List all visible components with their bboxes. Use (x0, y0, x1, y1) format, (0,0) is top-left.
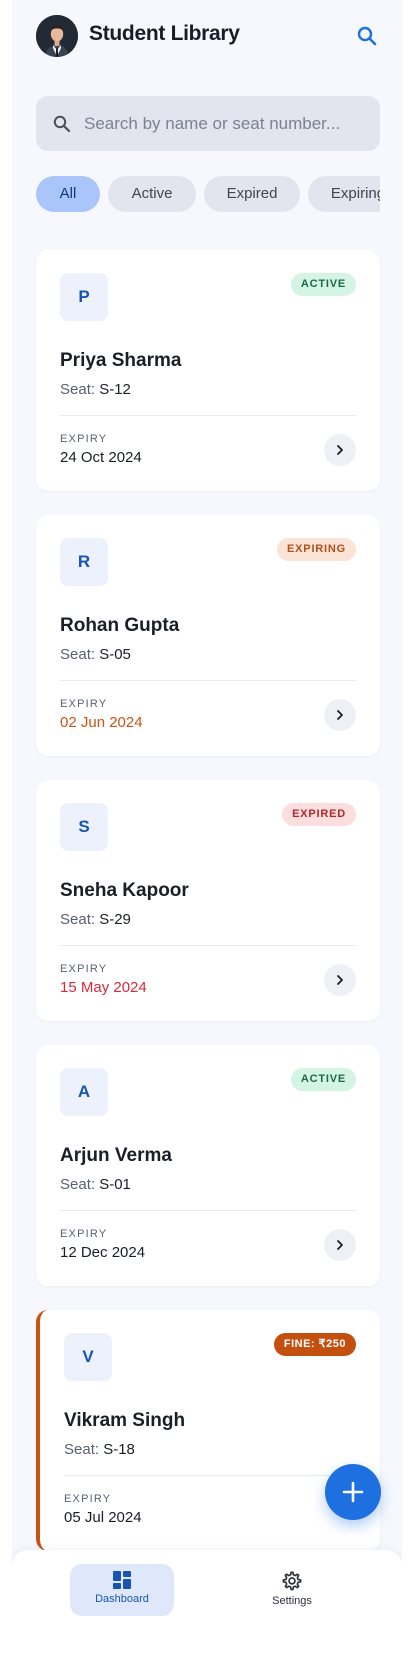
seat-info: Seat: S-18 (64, 1441, 135, 1458)
student-name: Vikram Singh (64, 1410, 186, 1431)
avatar-image (36, 15, 78, 57)
seat-label: Seat: (60, 1176, 96, 1193)
header-search-button[interactable] (355, 24, 379, 48)
add-student-button[interactable] (325, 1464, 381, 1520)
seat-label: Seat: (60, 646, 96, 663)
avatar[interactable] (36, 15, 78, 57)
plus-icon (342, 1481, 364, 1503)
dashboard-icon (113, 1571, 131, 1589)
expiry-date: 15 May 2024 (60, 979, 147, 996)
expiry-date: 12 Dec 2024 (60, 1244, 146, 1261)
filter-all[interactable]: All (36, 176, 100, 212)
nav-dashboard-label: Dashboard (95, 1593, 149, 1605)
app-screen: Student Library All Active Expired Expir… (12, 0, 402, 1666)
open-details-button[interactable] (324, 699, 356, 731)
search-icon (357, 26, 377, 46)
expiry-date: 05 Jul 2024 (64, 1509, 142, 1526)
status-badge: EXPIRED (282, 803, 356, 826)
student-card[interactable]: S EXPIRED Sneha Kapoor Seat: S-29 EXPIRY… (36, 780, 380, 1021)
seat-info: Seat: S-05 (60, 646, 131, 663)
search-bar (36, 96, 380, 151)
open-details-button[interactable] (324, 964, 356, 996)
seat-number: S-01 (99, 1176, 131, 1193)
filter-active[interactable]: Active (108, 176, 196, 212)
student-card[interactable]: R EXPIRING Rohan Gupta Seat: S-05 EXPIRY… (36, 515, 380, 756)
student-initial: R (60, 538, 108, 586)
student-name: Arjun Verma (60, 1145, 172, 1166)
seat-label: Seat: (64, 1441, 100, 1458)
filter-chips: All Active Expired Expiring (36, 176, 380, 212)
seat-number: S-12 (99, 381, 131, 398)
nav-dashboard[interactable]: Dashboard (70, 1564, 174, 1616)
divider (64, 1475, 356, 1476)
chevron-right-icon (337, 1240, 343, 1250)
divider (60, 945, 356, 946)
student-initial: S (60, 803, 108, 851)
gear-icon (282, 1571, 302, 1591)
filter-expiring[interactable]: Expiring (308, 176, 380, 212)
student-card[interactable]: P ACTIVE Priya Sharma Seat: S-12 EXPIRY … (36, 250, 380, 491)
seat-label: Seat: (60, 381, 96, 398)
chevron-right-icon (337, 710, 343, 720)
status-badge: ACTIVE (290, 273, 356, 296)
seat-label: Seat: (60, 911, 96, 928)
open-details-button[interactable] (324, 1229, 356, 1261)
nav-settings[interactable]: Settings (240, 1564, 344, 1616)
open-details-button[interactable] (324, 434, 356, 466)
student-initial: V (64, 1333, 112, 1381)
divider (60, 680, 356, 681)
student-card[interactable]: V FINE: ₹250 Vikram Singh Seat: S-18 EXP… (36, 1310, 380, 1551)
divider (60, 415, 356, 416)
seat-number: S-05 (99, 646, 131, 663)
student-name: Sneha Kapoor (60, 880, 189, 901)
bottom-nav: Dashboard Settings (12, 1550, 402, 1666)
seat-number: S-18 (103, 1441, 135, 1458)
seat-info: Seat: S-29 (60, 911, 131, 928)
divider (60, 1210, 356, 1211)
student-name: Rohan Gupta (60, 615, 180, 636)
app-header: Student Library (12, 0, 402, 74)
student-name: Priya Sharma (60, 350, 182, 371)
chevron-right-icon (337, 445, 343, 455)
status-badge: ACTIVE (290, 1068, 356, 1091)
student-card[interactable]: A ACTIVE Arjun Verma Seat: S-01 EXPIRY 1… (36, 1045, 380, 1286)
expiry-label: EXPIRY (64, 1493, 112, 1505)
expiry-label: EXPIRY (60, 698, 108, 710)
status-badge: EXPIRING (277, 538, 356, 561)
student-initial: P (60, 273, 108, 321)
chevron-right-icon (337, 975, 343, 985)
seat-info: Seat: S-01 (60, 1176, 131, 1193)
expiry-label: EXPIRY (60, 1228, 108, 1240)
expiry-label: EXPIRY (60, 433, 108, 445)
search-icon (53, 115, 71, 133)
student-initial: A (60, 1068, 108, 1116)
expiry-date: 02 Jun 2024 (60, 714, 143, 731)
nav-settings-label: Settings (272, 1595, 312, 1607)
expiry-label: EXPIRY (60, 963, 108, 975)
app-title: Student Library (89, 22, 240, 45)
seat-info: Seat: S-12 (60, 381, 131, 398)
expiry-date: 24 Oct 2024 (60, 449, 142, 466)
filter-expired[interactable]: Expired (204, 176, 300, 212)
fine-badge: FINE: ₹250 (273, 1333, 356, 1356)
search-input[interactable] (84, 96, 369, 151)
seat-number: S-29 (99, 911, 131, 928)
